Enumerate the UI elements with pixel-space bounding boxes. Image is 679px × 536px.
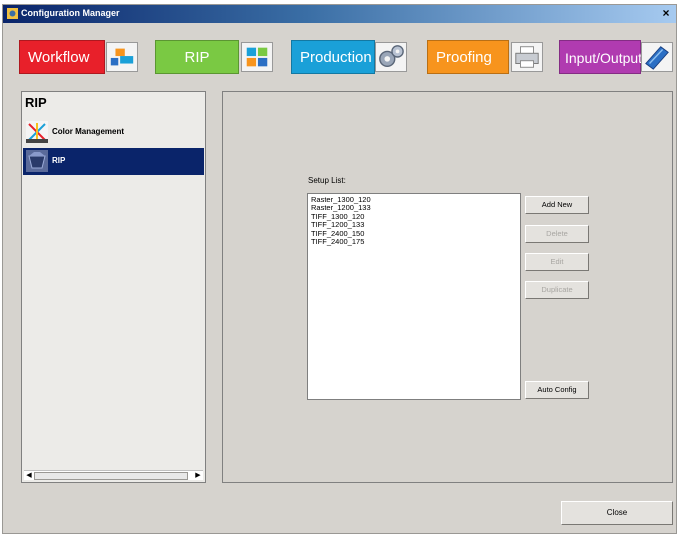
tab-input-output[interactable]: Input/Output (559, 40, 673, 74)
tab-rip[interactable]: RIP (155, 40, 273, 74)
setup-list-label: Setup List: (308, 176, 346, 185)
disk-icon (641, 42, 673, 72)
delete-button[interactable]: Delete (525, 225, 589, 243)
workflow-icon (106, 42, 138, 72)
scroll-right-icon[interactable]: ▶ (193, 471, 203, 481)
tab-production[interactable]: Production (291, 40, 409, 74)
edit-button[interactable]: Edit (525, 253, 589, 271)
auto-config-button[interactable]: Auto Config (525, 381, 589, 399)
color-management-icon (26, 121, 48, 143)
close-button[interactable]: Close (561, 501, 673, 525)
tab-workflow[interactable]: Workflow (19, 40, 139, 74)
title-bar: Configuration Manager × (3, 5, 676, 23)
scrollbar-thumb[interactable] (34, 472, 188, 480)
tab-production-label: Production (291, 40, 375, 74)
rip-tab-icon (241, 42, 273, 72)
sidebar-item-label: Color Management (52, 127, 125, 136)
tab-proofing[interactable]: Proofing (427, 40, 543, 74)
setup-list[interactable]: Raster_1300_120 Raster_1200_133 TIFF_130… (307, 193, 521, 400)
window-title: Configuration Manager (21, 8, 120, 18)
configuration-manager-window: Configuration Manager × Workflow RIP Pro… (2, 4, 677, 534)
rip-setup-panel: Setup List: Raster_1300_120 Raster_1200_… (222, 91, 673, 483)
left-panel: RIP Color Management RIP ◀ ▶ (21, 91, 206, 483)
printer-icon (511, 42, 543, 72)
tab-workflow-label: Workflow (19, 40, 105, 74)
rip-icon (26, 150, 48, 172)
sidebar-item-rip[interactable]: RIP (23, 148, 204, 175)
scroll-left-icon[interactable]: ◀ (24, 471, 34, 481)
app-icon (7, 8, 18, 19)
gears-icon (375, 42, 407, 72)
add-new-button[interactable]: Add New (525, 196, 589, 214)
tab-rip-label: RIP (155, 40, 239, 74)
close-window-icon[interactable]: × (659, 6, 673, 20)
tab-proofing-label: Proofing (427, 40, 509, 74)
list-item[interactable]: TIFF_2400_175 (311, 237, 517, 246)
tab-input-output-label: Input/Output (559, 40, 642, 74)
horizontal-scrollbar[interactable]: ◀ ▶ (24, 470, 203, 480)
left-panel-heading: RIP (25, 95, 47, 110)
duplicate-button[interactable]: Duplicate (525, 281, 589, 299)
sidebar-item-label: RIP (52, 156, 66, 165)
sidebar-item-color-management[interactable]: Color Management (23, 119, 204, 146)
